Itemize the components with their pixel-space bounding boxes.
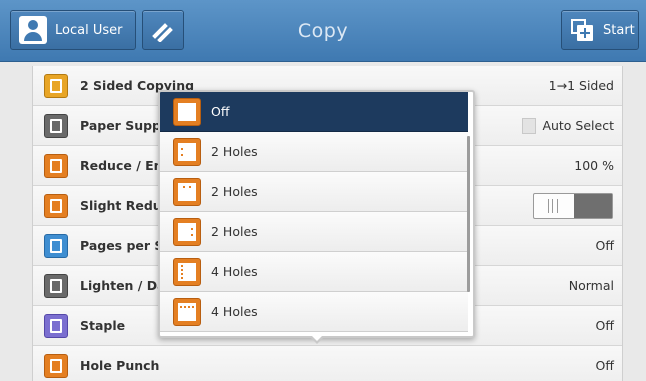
option-label: 2 Holes [211,144,258,159]
feature-value: Off [595,358,614,373]
staple-icon [44,314,68,338]
start-button[interactable]: Start [561,10,639,50]
slight-reduction-toggle[interactable] [533,193,613,219]
feature-value: 100 % [574,158,614,173]
hole-punch-option-2-holes-top[interactable]: 2 Holes [160,172,468,212]
hole-punch-option-off[interactable]: Off [160,92,468,132]
four-holes-left-icon [173,257,201,286]
option-label: 4 Holes [211,304,258,319]
hole-punch-dropdown: Off 2 Holes 2 Holes 2 Holes 4 Holes 4 Ho… [158,90,475,338]
feature-label: Hole Punch [80,358,160,373]
header-bar: Local User Copy Start [0,0,646,62]
feature-value: Off [595,318,614,333]
no-holes-icon [173,97,201,126]
option-label: 2 Holes [211,224,258,239]
two-holes-left-icon [173,137,201,166]
two-sided-icon [44,74,68,98]
reduce-enlarge-icon [44,154,68,178]
option-label: Off [211,104,230,119]
feature-label: Staple [80,318,126,333]
start-label: Start [603,22,635,38]
hole-punch-option-4-holes-top[interactable]: 4 Holes [160,292,468,332]
slight-reduction-icon [44,194,68,218]
hole-punch-option-2-holes-right[interactable]: 2 Holes [160,212,468,252]
option-label: 4 Holes [211,264,258,279]
four-holes-top-icon [173,297,201,326]
hole-punch-option-4-holes-left[interactable]: 4 Holes [160,252,468,292]
two-holes-top-icon [173,177,201,206]
dropdown-pointer-arrow [309,335,325,344]
feature-value: Auto Select [542,118,614,133]
paper-tray-icon [44,114,68,138]
feature-value: Normal [568,278,614,293]
feature-value: Off [595,238,614,253]
option-label: 2 Holes [211,184,258,199]
hole-punch-icon [44,354,68,378]
lighten-darken-icon [44,274,68,298]
dropdown-scrollbar[interactable] [467,136,470,292]
page-title: Copy [297,20,349,42]
hole-punch-option-2-holes-left[interactable]: 2 Holes [160,132,468,172]
paper-icon [522,118,536,134]
pages-per-side-icon [44,234,68,258]
feature-row-hole-punch[interactable]: Hole Punch Off [33,346,622,381]
start-icon [571,19,595,41]
two-holes-right-icon [173,217,201,246]
feature-value: 1→1 Sided [548,78,614,93]
